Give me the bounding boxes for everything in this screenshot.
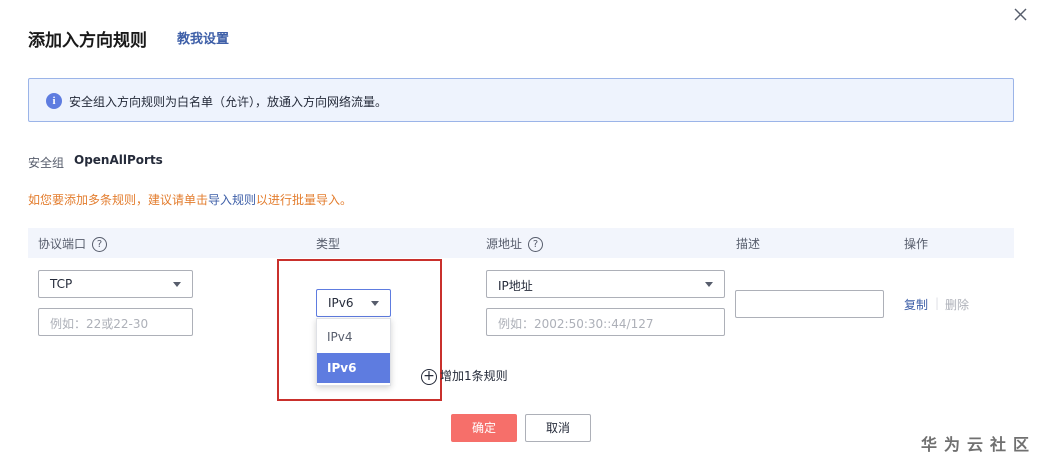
plus-circle-icon: + (421, 368, 437, 385)
port-placeholder: 例如：22或22-30 (50, 317, 149, 331)
help-icon[interactable]: ? (528, 237, 544, 252)
description-input[interactable] (735, 290, 884, 318)
cancel-button[interactable]: 取消 (525, 414, 591, 442)
close-icon[interactable] (1012, 6, 1030, 24)
help-icon[interactable]: ? (92, 237, 108, 252)
highlight-annotation (277, 259, 442, 401)
security-group-label: 安全组 (28, 156, 65, 170)
protocol-select[interactable]: TCP (38, 270, 193, 298)
header-source: 源地址? (486, 235, 544, 252)
hint-suffix: 以进行批量导入。 (256, 193, 353, 207)
add-rule-label: 增加1条规则 (440, 369, 508, 383)
caret-down-icon (705, 282, 713, 287)
source-address-input[interactable]: 例如：2002:50:30::44/127 (486, 308, 725, 336)
header-protocol-port: 协议端口? (38, 235, 108, 252)
source-address-placeholder: 例如：2002:50:30::44/127 (498, 317, 654, 331)
info-banner: i 安全组入方向规则为白名单（允许），放通入方向网络流量。 (28, 78, 1014, 122)
hint-prefix: 如您要添加多条规则，建议请单击 (28, 193, 209, 207)
source-type-value: IP地址 (498, 279, 533, 293)
header-source-label: 源地址 (486, 237, 523, 251)
delete-link[interactable]: 删除 (945, 296, 969, 313)
header-description: 描述 (736, 237, 761, 251)
dialog-title: 添加入方向规则 (28, 31, 147, 51)
security-group-value: OpenAllPorts (74, 153, 163, 167)
info-text: 安全组入方向规则为白名单（允许），放通入方向网络流量。 (69, 95, 388, 109)
bulk-import-hint: 如您要添加多条规则，建议请单击导入规则以进行批量导入。 (28, 191, 352, 208)
caret-down-icon (173, 282, 181, 287)
info-icon: i (46, 93, 62, 109)
watermark: 华为云社区 (921, 435, 1037, 454)
import-rules-link[interactable]: 导入规则 (208, 193, 256, 207)
header-protocol-port-label: 协议端口 (38, 237, 87, 251)
add-rule-button[interactable]: + 增加1条规则 (421, 367, 508, 385)
port-input[interactable]: 例如：22或22-30 (38, 308, 193, 336)
copy-link[interactable]: 复制 (904, 296, 928, 313)
confirm-button[interactable]: 确定 (451, 414, 517, 442)
help-link[interactable]: 教我设置 (177, 28, 229, 47)
source-type-select[interactable]: IP地址 (486, 270, 725, 298)
action-divider: | (935, 296, 940, 310)
protocol-value: TCP (50, 277, 73, 291)
header-type: 类型 (316, 237, 341, 251)
header-actions: 操作 (904, 237, 929, 251)
